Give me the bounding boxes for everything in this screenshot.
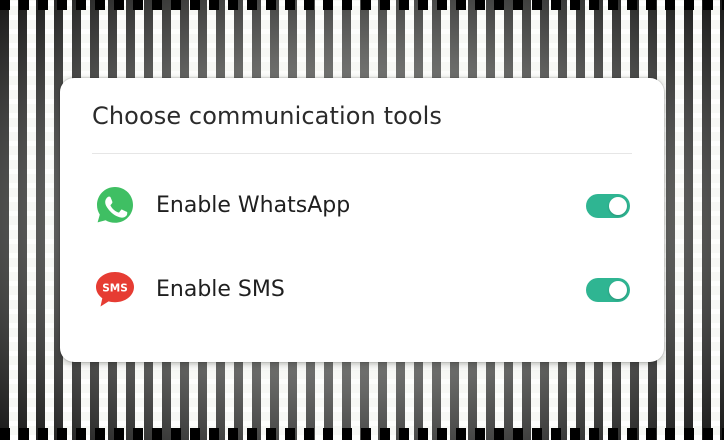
sms-icon: SMS [94,268,136,310]
sms-label: Enable SMS [156,277,285,302]
background-band-bottom [0,428,724,440]
option-row-sms: SMS Enable SMS [92,268,632,312]
option-row-whatsapp: Enable WhatsApp [92,184,632,228]
divider [92,153,632,154]
communication-tools-card: Choose communication tools Enable WhatsA… [60,78,664,362]
whatsapp-toggle-knob [609,197,627,215]
sms-toggle[interactable] [586,278,630,302]
sms-toggle-knob [609,281,627,299]
card-title: Choose communication tools [92,102,443,130]
background-band-top [0,0,724,10]
whatsapp-toggle[interactable] [586,194,630,218]
sms-icon-text: SMS [102,283,128,295]
whatsapp-icon [94,184,136,226]
whatsapp-label: Enable WhatsApp [156,193,351,218]
